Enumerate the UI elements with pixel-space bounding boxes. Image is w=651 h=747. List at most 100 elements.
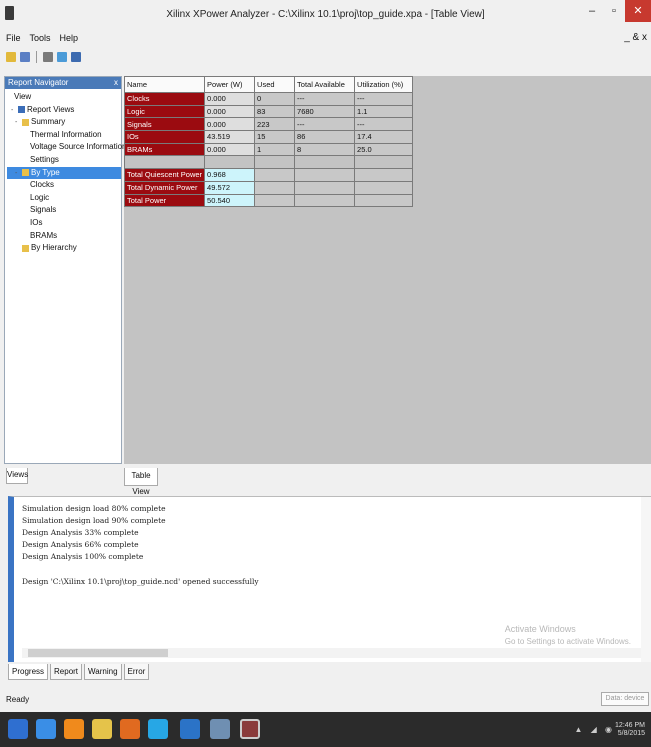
total-row[interactable]: Total Dynamic Power 49.572 (123, 180, 414, 195)
tab-table-view[interactable]: Table View (124, 468, 158, 496)
table-cell[interactable]: 15 (254, 130, 296, 144)
undo-icon[interactable] (43, 52, 53, 62)
table-cell[interactable]: 17.4 (354, 130, 414, 144)
skype-icon[interactable] (148, 719, 168, 739)
open-icon[interactable] (6, 52, 16, 62)
table-row[interactable]: Logic 0.000 83 7680 1.1 (123, 104, 414, 119)
tab-views[interactable]: Views (6, 468, 28, 484)
vlc-icon[interactable] (64, 719, 84, 739)
row-header-cell[interactable]: Clocks (123, 92, 206, 106)
total-label-cell[interactable]: Total Quiescent Power (123, 168, 206, 182)
table-row[interactable]: Clocks 0.000 0 --- --- (123, 92, 414, 106)
table-cell[interactable]: 0 (254, 92, 296, 106)
xpa-icon[interactable] (180, 719, 200, 739)
tree-item[interactable]: View (7, 91, 121, 104)
table-cell[interactable]: 8 (294, 142, 356, 157)
column-header-used[interactable]: Used (254, 76, 296, 93)
row-header-cell[interactable]: BRAMs (123, 142, 206, 157)
tree-item[interactable]: Settings (7, 154, 121, 167)
table-cell[interactable]: 25.0 (354, 142, 414, 157)
table-cell[interactable]: 0.000 (204, 92, 256, 106)
table-cell[interactable]: --- (294, 92, 356, 106)
tray-clock[interactable]: 12:46 PM 5/8/2015 (615, 722, 645, 738)
console-panel: Simulation design load 80% complete Simu… (8, 496, 651, 662)
xilinx-icon[interactable] (240, 719, 260, 739)
total-row[interactable]: Total Power 50.540 (123, 193, 414, 208)
table-row[interactable]: BRAMs 0.000 1 8 25.0 (123, 142, 414, 157)
menu-tools[interactable]: Tools (30, 33, 51, 43)
table-row[interactable]: IOs 43.519 15 86 17.4 (123, 130, 414, 144)
console-line: Design Analysis 100% complete (22, 552, 144, 561)
mdi-window-controls[interactable]: _ & x (624, 32, 647, 43)
save-icon[interactable] (20, 52, 30, 62)
tree-item[interactable]: By Hierarchy (7, 242, 121, 255)
total-value-cell[interactable]: 50.540 (204, 193, 256, 208)
tree-item-label: By Type (31, 167, 60, 177)
table-cell[interactable]: --- (354, 92, 414, 106)
table-cell[interactable]: --- (294, 117, 356, 132)
tray-icons[interactable]: ▲ ◢ ◉ (575, 725, 616, 734)
panel-close-icon[interactable]: x (114, 77, 118, 89)
tab-warning[interactable]: Warning (84, 664, 122, 680)
tree-item[interactable]: - Report Views (7, 104, 121, 117)
find-icon[interactable] (57, 52, 67, 62)
empty-cell (254, 168, 296, 182)
menu-file[interactable]: File (6, 33, 21, 43)
table-cell[interactable]: 43.519 (204, 130, 256, 144)
table-cell[interactable]: 1 (254, 142, 296, 157)
toolbar-separator (36, 51, 37, 63)
tab-report[interactable]: Report (50, 664, 83, 680)
total-value-cell[interactable]: 49.572 (204, 180, 256, 195)
table-cell[interactable]: 86 (294, 130, 356, 144)
tree-item-label: Clocks (30, 180, 55, 190)
scrollbar-thumb[interactable] (28, 649, 168, 657)
column-header-name[interactable]: Name (123, 76, 206, 93)
tab-progress[interactable]: Progress (8, 664, 49, 680)
row-header-cell[interactable]: Signals (123, 117, 206, 132)
menu-help[interactable]: Help (60, 33, 79, 43)
maximize-icon[interactable]: ▫ (603, 0, 625, 22)
app-icon[interactable] (210, 719, 230, 739)
tree-item[interactable]: IOs (7, 217, 121, 230)
table-cell[interactable]: 223 (254, 117, 296, 132)
tree-item[interactable]: - Summary (7, 116, 121, 129)
activate-subtitle: Go to Settings to activate Windows. (504, 637, 631, 646)
table-cell[interactable]: --- (354, 117, 414, 132)
column-header-power[interactable]: Power (W) (204, 76, 256, 93)
table-cell[interactable]: 0.000 (204, 117, 256, 132)
total-value-cell[interactable]: 0.968 (204, 168, 256, 182)
main-tabbar: Table View (124, 466, 651, 496)
table-row[interactable]: Signals 0.000 223 --- --- (123, 117, 414, 132)
column-header-utilization[interactable]: Utilization (%) (354, 76, 414, 93)
table-cell[interactable]: 1.1 (354, 104, 414, 119)
windows-start-icon[interactable] (8, 719, 28, 739)
tree-item[interactable]: - By Type (7, 166, 121, 180)
explorer-icon[interactable] (92, 719, 112, 739)
tree-item[interactable]: Thermal Information (7, 129, 121, 142)
row-header-cell[interactable]: IOs (123, 130, 206, 144)
console-vertical-scrollbar[interactable] (641, 497, 651, 662)
table-cell[interactable]: 83 (254, 104, 296, 119)
console-horizontal-scrollbar[interactable] (22, 648, 642, 658)
tree-item[interactable]: Clocks (7, 179, 121, 192)
total-row[interactable]: Total Quiescent Power 0.968 (123, 168, 414, 182)
table-cell[interactable]: 7680 (294, 104, 356, 119)
table-cell[interactable]: 0.000 (204, 104, 256, 119)
table-cell[interactable]: 0.000 (204, 142, 256, 157)
print-icon[interactable] (71, 52, 81, 62)
tree-item[interactable]: Signals (7, 204, 121, 217)
empty-cell (354, 180, 414, 195)
total-label-cell[interactable]: Total Dynamic Power (123, 180, 206, 195)
column-header-total-available[interactable]: Total Available (294, 76, 356, 93)
minimize-icon[interactable]: – (581, 0, 603, 22)
tab-error[interactable]: Error (123, 664, 150, 680)
close-icon[interactable]: ✕ (625, 0, 651, 22)
tree-item[interactable]: Voltage Source Information (7, 141, 127, 154)
tree-item[interactable]: BRAMs (7, 230, 121, 243)
ie-icon[interactable] (36, 719, 56, 739)
matlab-icon[interactable] (120, 719, 140, 739)
toolbar (0, 48, 651, 66)
tree-item[interactable]: Logic (7, 192, 121, 205)
total-label-cell[interactable]: Total Power (123, 193, 206, 208)
row-header-cell[interactable]: Logic (123, 104, 206, 119)
